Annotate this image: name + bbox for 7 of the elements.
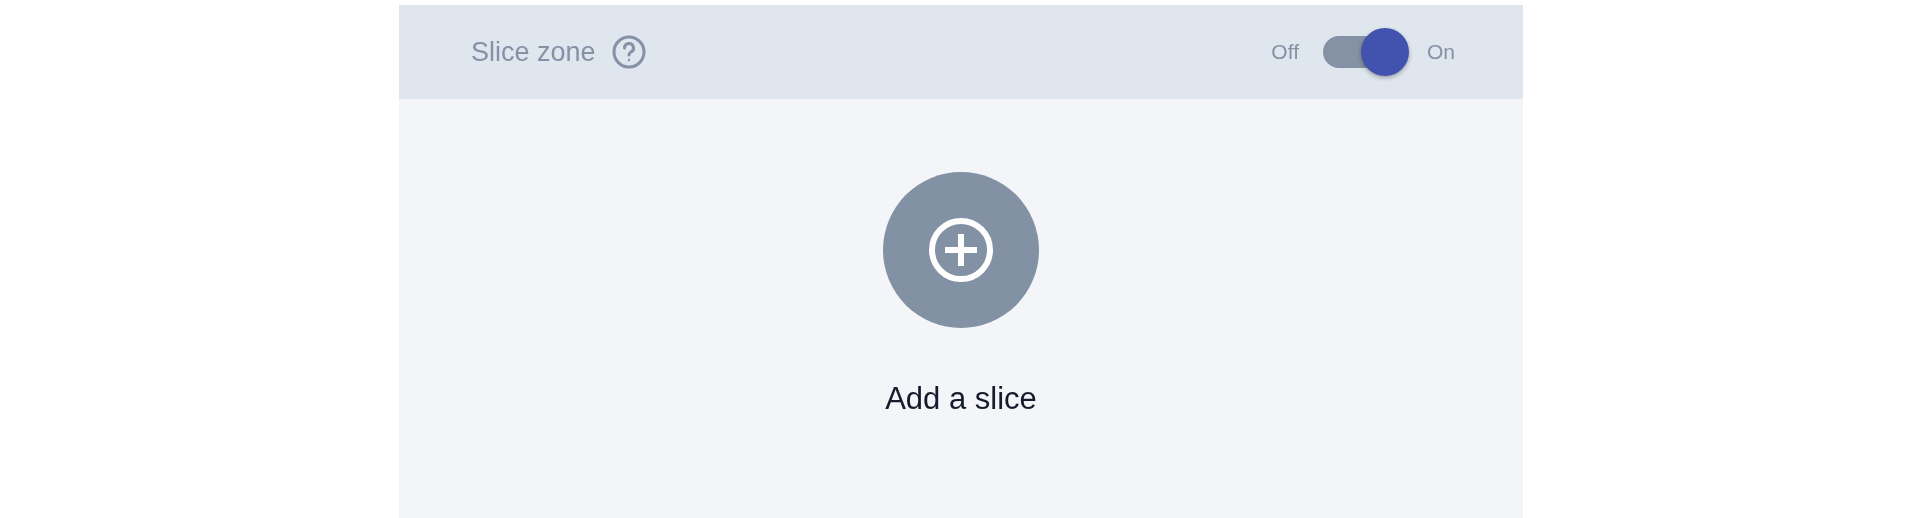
on-label: On bbox=[1427, 39, 1455, 66]
toggle-switch[interactable] bbox=[1323, 28, 1411, 76]
off-label: Off bbox=[1271, 39, 1299, 66]
add-slice-label: Add a slice bbox=[885, 380, 1037, 418]
help-icon[interactable] bbox=[611, 35, 646, 69]
plus-circle-icon bbox=[928, 217, 994, 283]
section-title: Slice zone bbox=[471, 35, 596, 69]
